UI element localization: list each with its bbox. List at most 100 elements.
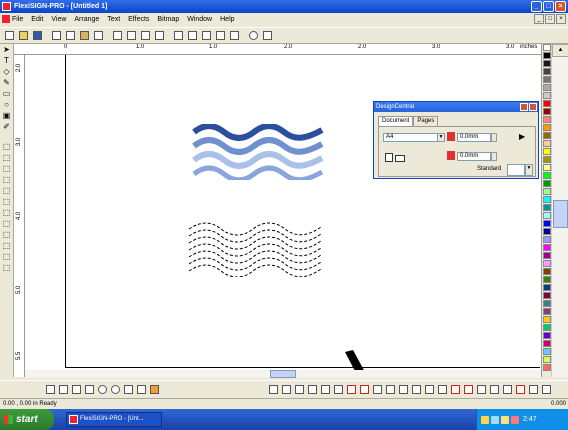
color-swatch[interactable]	[543, 204, 551, 211]
ellipse-tool-icon[interactable]: ○	[1, 100, 12, 110]
export-icon[interactable]	[125, 29, 138, 42]
menu-view[interactable]: View	[51, 16, 66, 23]
color-swatch[interactable]	[543, 348, 551, 355]
width-field[interactable]: 0.0mm	[457, 133, 491, 142]
node-start-icon[interactable]	[449, 383, 462, 396]
scroll-thumb[interactable]	[553, 200, 568, 228]
color-swatch[interactable]	[543, 180, 551, 187]
menu-window[interactable]: Window	[187, 16, 212, 23]
node-end-icon[interactable]	[462, 383, 475, 396]
knife-tool-icon[interactable]: ⬚	[1, 186, 12, 196]
node-close-icon[interactable]	[423, 383, 436, 396]
chevron-down-icon[interactable]: ▼	[437, 133, 445, 142]
node-curve-icon[interactable]	[345, 383, 358, 396]
horizontal-scrollbar[interactable]	[25, 370, 541, 378]
preview-icon[interactable]	[228, 29, 241, 42]
network-icon[interactable]	[491, 415, 499, 424]
menu-edit[interactable]: Edit	[31, 16, 43, 23]
color-swatch[interactable]	[543, 196, 551, 203]
copy-icon[interactable]	[64, 29, 77, 42]
node-align-icon[interactable]	[397, 383, 410, 396]
node-knife-icon[interactable]	[527, 383, 540, 396]
color-swatch[interactable]	[543, 164, 551, 171]
color-swatch[interactable]	[543, 100, 551, 107]
layout-icon[interactable]	[261, 29, 274, 42]
page-delete-icon[interactable]	[83, 383, 96, 396]
arrow-tool-icon[interactable]: ➤	[1, 45, 12, 55]
print-icon[interactable]	[139, 29, 152, 42]
doc-minimize-button[interactable]: _	[534, 14, 544, 24]
zoom-fit-icon[interactable]	[122, 383, 135, 396]
open-file-icon[interactable]	[17, 29, 30, 42]
color-swatch[interactable]	[543, 148, 551, 155]
color-swatch[interactable]	[543, 284, 551, 291]
menu-bitmap[interactable]: Bitmap	[157, 16, 179, 23]
color-swatch[interactable]	[543, 44, 551, 51]
node-symmetric-icon[interactable]	[384, 383, 397, 396]
color-swatch[interactable]	[543, 228, 551, 235]
menu-text[interactable]: Text	[107, 16, 120, 23]
paste-icon[interactable]	[78, 29, 91, 42]
chevron-down-icon[interactable]: ▼	[525, 164, 533, 176]
color-swatch[interactable]	[543, 108, 551, 115]
color-swatch[interactable]	[543, 92, 551, 99]
node-reverse-icon[interactable]	[410, 383, 423, 396]
vertical-scrollbar[interactable]: ▲	[551, 44, 568, 377]
color-swatch[interactable]	[543, 364, 551, 371]
color-swatch[interactable]	[543, 124, 551, 131]
group-icon[interactable]	[186, 29, 199, 42]
import-icon[interactable]	[111, 29, 124, 42]
doc-close-button[interactable]: ×	[556, 14, 566, 24]
zoom-page-icon[interactable]	[135, 383, 148, 396]
maximize-button[interactable]: □	[543, 1, 554, 12]
color-swatch[interactable]	[543, 156, 551, 163]
distort-tool-icon[interactable]: ⬚	[1, 175, 12, 185]
pen-tool-icon[interactable]: ⬚	[1, 208, 12, 218]
zoom-tool-icon[interactable]: ⬚	[1, 263, 12, 273]
color-swatch[interactable]	[543, 84, 551, 91]
warp-tool-icon[interactable]: ⬚	[1, 241, 12, 251]
tab-document[interactable]: Document	[378, 116, 414, 126]
page-add-icon[interactable]	[70, 383, 83, 396]
save-file-icon[interactable]	[31, 29, 44, 42]
eyedropper-tool-icon[interactable]: ✐	[1, 122, 12, 132]
node-add-icon[interactable]	[280, 383, 293, 396]
node-edit-icon[interactable]	[267, 383, 280, 396]
node-open-icon[interactable]	[436, 383, 449, 396]
height-field[interactable]: 0.0mm	[457, 152, 491, 161]
landscape-icon[interactable]	[395, 155, 405, 162]
mirror-tool-icon[interactable]: ⬚	[1, 153, 12, 163]
update-icon[interactable]	[501, 415, 509, 424]
close-button[interactable]: ×	[555, 1, 566, 12]
color-swatch[interactable]	[543, 268, 551, 275]
color-swatch[interactable]	[543, 60, 551, 67]
ungroup-icon[interactable]	[200, 29, 213, 42]
panel-close-button[interactable]	[529, 103, 537, 111]
menu-effects[interactable]: Effects	[128, 16, 149, 23]
color-swatch[interactable]	[543, 292, 551, 299]
node-tool-icon[interactable]: ◇	[1, 67, 12, 77]
cut-plot-icon[interactable]	[153, 29, 166, 42]
node-smooth-icon[interactable]	[358, 383, 371, 396]
color-swatch[interactable]	[543, 116, 551, 123]
minimize-button[interactable]: _	[531, 1, 542, 12]
color-swatch[interactable]	[543, 236, 551, 243]
color-swatch[interactable]	[543, 300, 551, 307]
start-button[interactable]: start	[0, 409, 54, 430]
color-swatch[interactable]	[543, 212, 551, 219]
node-delete-icon[interactable]	[293, 383, 306, 396]
transform-tool-icon[interactable]: ⬚	[1, 142, 12, 152]
color-swatch[interactable]	[543, 252, 551, 259]
rectangle-tool-icon[interactable]: ▭	[1, 89, 12, 99]
color-swatch[interactable]	[543, 220, 551, 227]
zoom-icon[interactable]	[247, 29, 260, 42]
node-line-icon[interactable]	[332, 383, 345, 396]
color-swatch[interactable]	[543, 68, 551, 75]
bitmap-tool-icon[interactable]: ⬚	[1, 252, 12, 262]
weld-icon[interactable]	[214, 29, 227, 42]
rotate-tool-icon[interactable]: ⬚	[1, 164, 12, 174]
undo-icon[interactable]	[92, 29, 105, 42]
node-pen-icon[interactable]	[540, 383, 553, 396]
fill-tool-icon[interactable]: ▣	[1, 111, 12, 121]
menu-file[interactable]: File	[12, 16, 23, 23]
